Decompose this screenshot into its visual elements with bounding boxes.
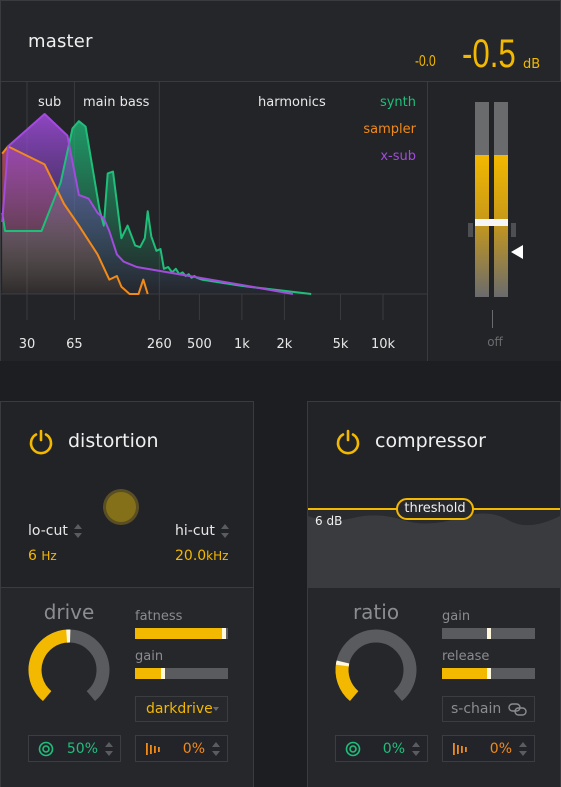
distortion-gain-slider[interactable] xyxy=(135,668,228,679)
ratio-knob-fill xyxy=(335,661,359,702)
lo-cut-label: lo-cut xyxy=(28,523,82,539)
master-title: master xyxy=(28,31,93,52)
spectrum-analyzer: sub main bass harmonics synth sampler x-… xyxy=(1,81,428,361)
compressor-header: compressor threshold 6 dB xyxy=(308,402,560,588)
bars-icon xyxy=(453,743,467,755)
compressor-mix-value: 0% xyxy=(382,741,405,757)
threshold-db-label: 6 dB xyxy=(315,514,343,528)
x-tick-label: 5k xyxy=(332,337,349,352)
sidechain-button[interactable]: s-chain xyxy=(442,696,535,722)
distortion-mix-spinner[interactable] xyxy=(105,742,113,756)
release-slider-handle[interactable] xyxy=(486,668,491,679)
drive-knob-fill xyxy=(28,629,70,702)
meter-mode-label[interactable]: off xyxy=(428,335,561,349)
lo-cut-value[interactable]: 6 Hz xyxy=(28,548,57,564)
peak-hold-marker xyxy=(475,219,508,226)
band-label-sub: sub xyxy=(38,95,62,110)
distortion-mode-value: darkdrive xyxy=(146,701,213,717)
distortion-spread-value: 0% xyxy=(182,741,205,757)
compressor-gain-label: gain xyxy=(442,609,471,624)
peak-hold-value[interactable]: -0.0 xyxy=(415,53,436,71)
hi-cut-label-text: hi-cut xyxy=(175,523,215,539)
meter-side-mark-right xyxy=(511,223,516,237)
x-tick-label: 65 xyxy=(66,337,83,352)
compressor-spread-spinner[interactable] xyxy=(519,742,527,756)
compressor-mix-spinner[interactable] xyxy=(412,742,420,756)
lo-cut-number: 6 xyxy=(28,548,37,564)
master-panel: master -0.0 -0.5 dB sub main bass harmon… xyxy=(0,0,561,361)
mix-circle-icon xyxy=(38,741,54,757)
legend-x-sub[interactable]: x-sub xyxy=(380,149,416,164)
compressor-mix-field[interactable]: 0% xyxy=(335,735,428,762)
meter-right-channel xyxy=(494,102,508,297)
hi-cut-label: hi-cut xyxy=(175,523,229,539)
release-label: release xyxy=(442,649,490,664)
lo-cut-label-text: lo-cut xyxy=(28,523,68,539)
meter-left-channel xyxy=(475,102,489,297)
distortion-gain-slider-fill xyxy=(135,668,163,679)
x-tick-label: 10k xyxy=(370,337,396,352)
compressor-spread-value: 0% xyxy=(489,741,512,757)
release-slider-fill xyxy=(442,668,489,679)
master-level-unit: dB xyxy=(523,57,541,72)
band-label-main-bass: main bass xyxy=(83,95,150,110)
fatness-slider[interactable] xyxy=(135,628,228,639)
distortion-gain-label: gain xyxy=(135,649,164,664)
distortion-title: distortion xyxy=(68,430,159,452)
x-tick-label: 2k xyxy=(276,337,293,352)
meter-mode-divider xyxy=(492,310,493,328)
compressor-gain-slider[interactable] xyxy=(442,628,535,639)
hi-cut-value[interactable]: 20.0kHz xyxy=(175,548,228,564)
legend-synth[interactable]: synth xyxy=(380,95,416,110)
release-slider[interactable] xyxy=(442,668,535,679)
bars-icon xyxy=(146,743,160,755)
x-tick-label: 30 xyxy=(18,337,36,352)
xy-pad-handle[interactable] xyxy=(106,492,136,522)
ratio-knob[interactable] xyxy=(334,628,418,712)
ratio-knob-indicator xyxy=(335,660,350,667)
drive-label: drive xyxy=(43,600,95,624)
fatness-slider-handle[interactable] xyxy=(222,628,227,639)
lo-cut-spinner[interactable] xyxy=(73,524,82,538)
ratio-label: ratio xyxy=(352,600,400,624)
target-level-arrow-icon[interactable] xyxy=(511,245,523,259)
hi-cut-number: 20.0 xyxy=(175,548,207,564)
distortion-mix-field[interactable]: 50% xyxy=(28,735,121,762)
meter-side-mark-left xyxy=(468,223,473,237)
power-icon[interactable] xyxy=(334,428,362,456)
x-tick-label: 500 xyxy=(186,337,212,352)
x-tick-label: 1k xyxy=(233,337,250,352)
compressor-title: compressor xyxy=(375,430,486,452)
compressor-panel: compressor threshold 6 dB ratio gain rel… xyxy=(307,401,561,787)
distortion-panel: distortion lo-cut 6 Hz hi-cut 20.0kHz dr… xyxy=(0,401,254,787)
master-level-value: -0.5 xyxy=(462,32,516,76)
distortion-spread-field[interactable]: 0% xyxy=(135,735,228,762)
sidechain-label: s-chain xyxy=(451,701,502,717)
compressor-spread-field[interactable]: 0% xyxy=(442,735,535,762)
fatness-label: fatness xyxy=(135,609,183,624)
mix-circle-icon xyxy=(345,741,361,757)
fatness-slider-fill xyxy=(135,628,225,639)
lo-cut-unit: Hz xyxy=(41,549,57,563)
legend-sampler[interactable]: sampler xyxy=(363,122,416,137)
link-icon xyxy=(508,703,527,716)
output-meter: off xyxy=(428,81,561,361)
distortion-mix-value: 50% xyxy=(66,741,98,757)
distortion-mode-select[interactable]: darkdrive xyxy=(135,696,228,722)
compressor-gain-slider-handle[interactable] xyxy=(486,628,491,639)
distortion-spread-spinner[interactable] xyxy=(212,742,220,756)
power-icon[interactable] xyxy=(27,428,55,456)
band-label-harmonics: harmonics xyxy=(258,95,326,110)
threshold-handle[interactable]: threshold xyxy=(396,498,474,520)
distortion-gain-slider-handle[interactable] xyxy=(160,668,165,679)
distortion-header: distortion lo-cut 6 Hz hi-cut 20.0kHz xyxy=(1,402,253,588)
chevron-down-icon xyxy=(213,707,219,711)
hi-cut-unit: kHz xyxy=(206,549,229,563)
hi-cut-spinner[interactable] xyxy=(220,524,229,538)
x-tick-label: 260 xyxy=(146,337,172,352)
drive-knob[interactable] xyxy=(27,628,111,712)
compressor-gain-slider-fill xyxy=(442,628,489,639)
